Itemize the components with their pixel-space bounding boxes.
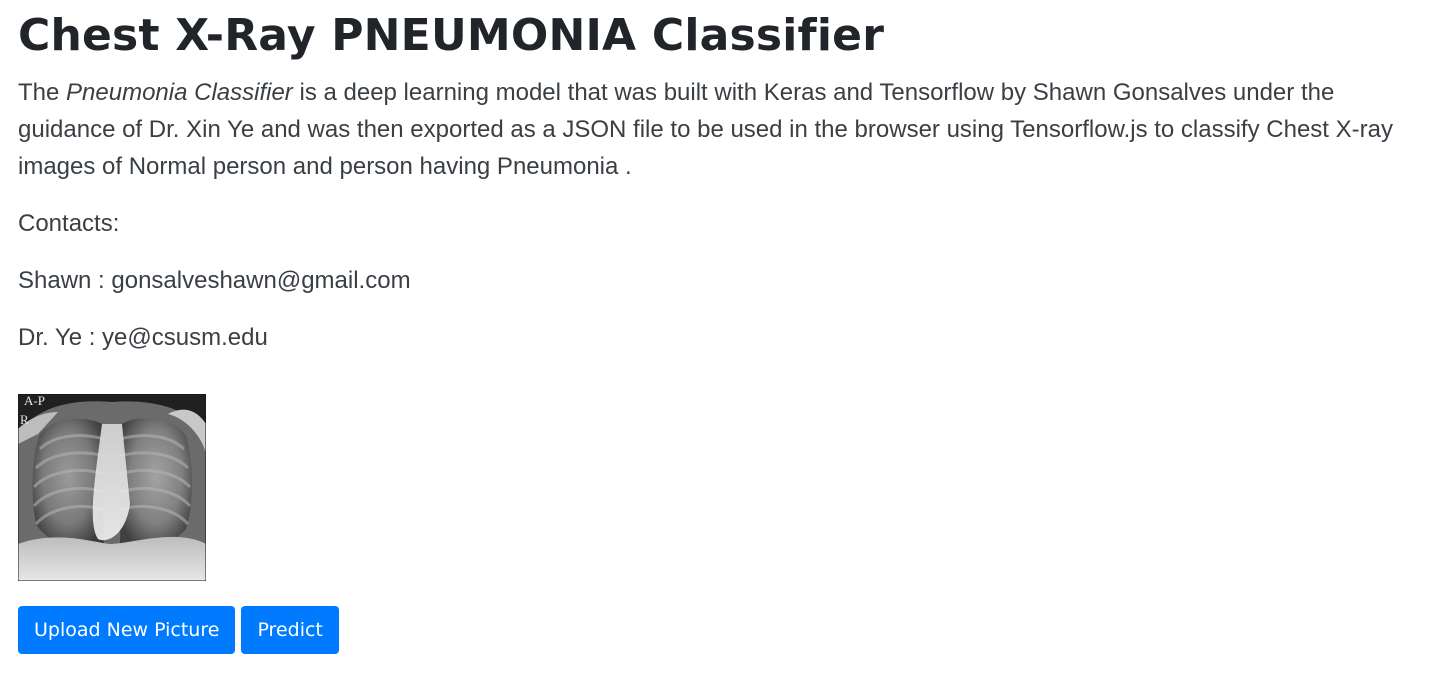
action-buttons: Upload New Picture Predict (18, 606, 1418, 654)
intro-prefix: The (18, 79, 67, 106)
xray-preview-image: A-P R (18, 394, 206, 581)
main-container: Chest X-Ray PNEUMONIA Classifier The Pne… (18, 0, 1418, 654)
xray-image-graphic (18, 394, 206, 581)
page-title: Chest X-Ray PNEUMONIA Classifier (18, 10, 885, 61)
xray-marker-r: R (20, 412, 29, 427)
contacts-label: Contacts: (18, 210, 120, 237)
contact-shawn: Shawn : gonsalveshawn@gmail.com (18, 267, 411, 294)
model-name: Pneumonia Classifier (66, 79, 293, 106)
intro-paragraph: The Pneumonia Classifier is a deep learn… (18, 74, 1408, 185)
predict-button[interactable]: Predict (241, 606, 339, 654)
upload-new-picture-button[interactable]: Upload New Picture (18, 606, 236, 654)
contact-dr-ye: Dr. Ye : ye@csusm.edu (18, 324, 268, 351)
xray-marker-ap: A-P (24, 394, 45, 408)
